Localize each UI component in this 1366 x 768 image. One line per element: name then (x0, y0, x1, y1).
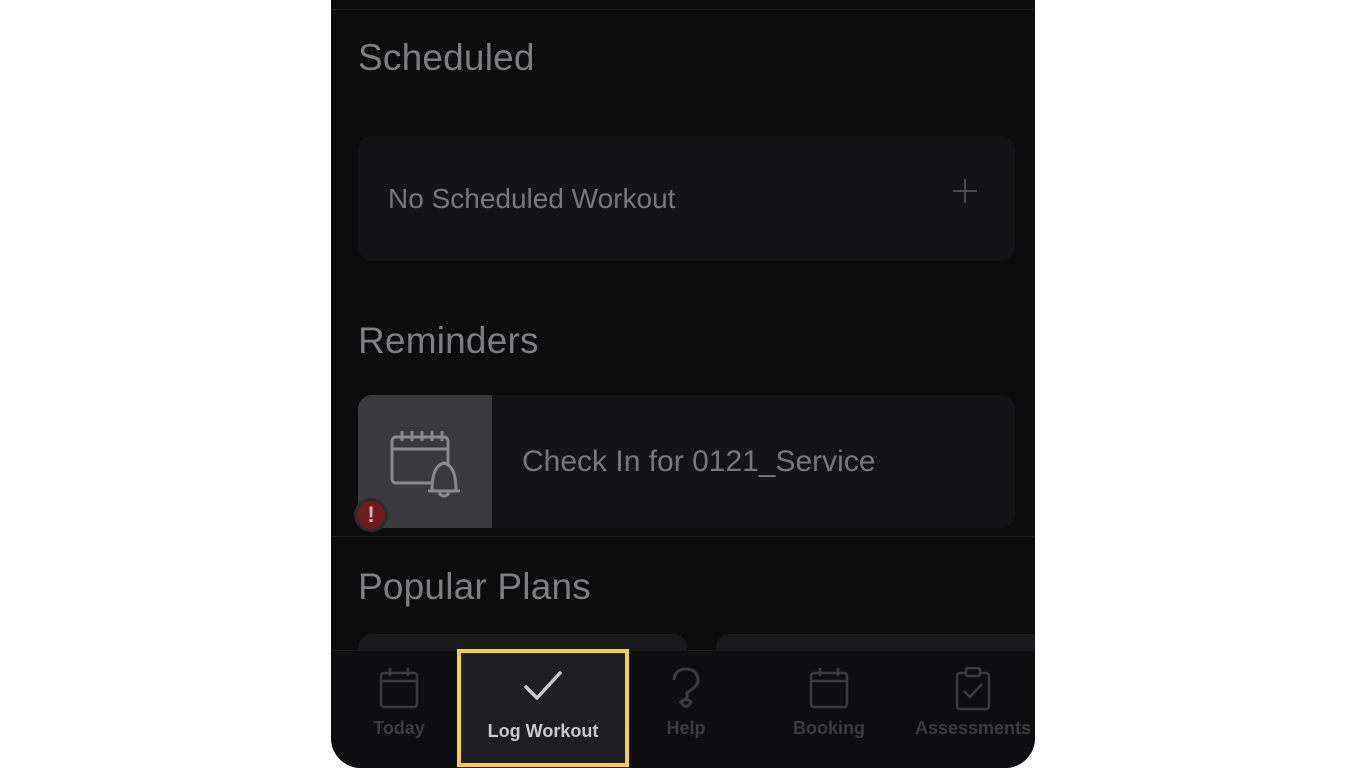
divider (331, 9, 1035, 10)
reminder-label: Check In for 0121_Service (522, 445, 876, 478)
tab-label: Assessments (914, 718, 1032, 738)
tab-label: Today (373, 718, 425, 738)
add-icon[interactable] (951, 177, 979, 205)
tab-help[interactable]: Help (616, 651, 756, 768)
tab-assessments[interactable]: Assessments (903, 651, 1035, 768)
reminders-section-title: Reminders (358, 320, 539, 361)
reminder-item[interactable]: Check In for 0121_Service (358, 395, 1015, 528)
question-mark-icon (672, 667, 700, 708)
divider (331, 536, 1035, 537)
calendar-icon (809, 668, 849, 709)
tab-bar: Today Help Booking Assessments (331, 650, 1035, 768)
checkmark-icon (524, 671, 562, 700)
popular-plans-section-title: Popular Plans (358, 566, 591, 607)
calendar-bell-icon (390, 431, 460, 498)
tab-today[interactable]: Today (331, 651, 469, 768)
tab-label: Log Workout (487, 721, 599, 741)
clipboard-check-icon (955, 667, 991, 711)
alert-badge: ! (354, 498, 388, 532)
tab-log-workout[interactable]: Log Workout (457, 649, 629, 767)
app-screen: Scheduled No Scheduled Workout Reminders (331, 0, 1035, 768)
tab-label: Help (666, 718, 706, 738)
screen: Scheduled No Scheduled Workout Reminders (0, 0, 1366, 768)
calendar-icon (379, 668, 419, 709)
tab-booking[interactable]: Booking (759, 651, 899, 768)
tab-label: Booking (793, 718, 865, 738)
scheduled-workout-card[interactable]: No Scheduled Workout (358, 136, 1015, 261)
scheduled-section-title: Scheduled (358, 37, 535, 78)
no-scheduled-workout-label: No Scheduled Workout (388, 183, 676, 214)
